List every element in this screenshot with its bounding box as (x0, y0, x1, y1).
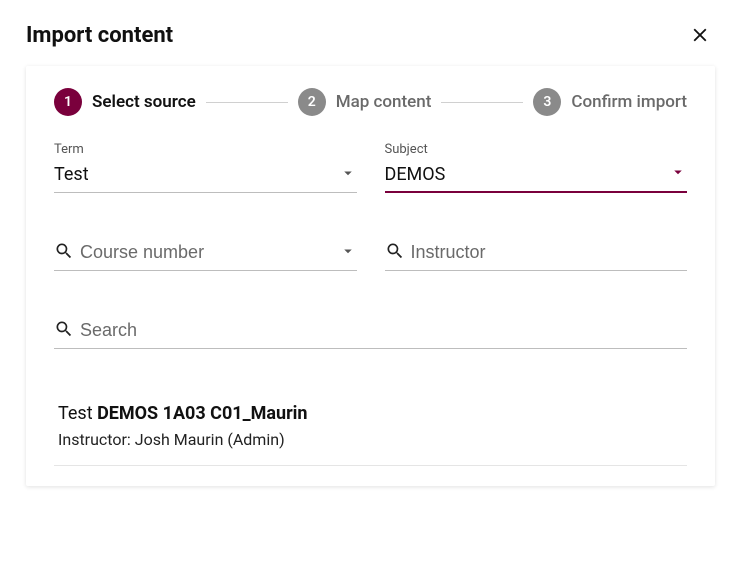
search-icon (54, 319, 74, 343)
instructor-field (385, 235, 688, 271)
chevron-down-icon (339, 164, 357, 186)
search-input-wrap[interactable] (54, 313, 687, 349)
search-icon (54, 241, 74, 265)
subject-select[interactable]: DEMOS (385, 157, 688, 193)
result-code: DEMOS 1A03 C01_Maurin (97, 403, 307, 424)
stepper: 1 Select source 2 Map content 3 Confirm … (54, 88, 687, 116)
step-number: 3 (533, 88, 561, 116)
subject-label: Subject (385, 142, 688, 157)
search-icon (385, 241, 405, 265)
term-label: Term (54, 142, 357, 157)
chevron-down-icon (339, 242, 357, 264)
results-list: Test DEMOS 1A03 C01_Maurin Instructor: J… (54, 389, 687, 466)
course-number-field (54, 235, 357, 271)
step-number: 2 (298, 88, 326, 116)
search-field (54, 313, 687, 349)
dialog-header: Import content (8, 8, 733, 56)
step-label: Map content (336, 92, 432, 112)
term-select[interactable]: Test (54, 157, 357, 193)
result-instructor: Instructor: Josh Maurin (Admin) (58, 430, 681, 449)
term-field: Term Test (54, 142, 357, 193)
step-number: 1 (54, 88, 82, 116)
subject-field: Subject DEMOS (385, 142, 688, 193)
close-icon (689, 34, 711, 49)
course-number-select[interactable] (54, 235, 357, 271)
chevron-down-icon (669, 163, 687, 185)
filter-row-1: Term Test Subject DEMOS (54, 142, 687, 193)
search-input[interactable] (80, 318, 687, 343)
step-connector (441, 102, 523, 103)
course-number-input[interactable] (80, 240, 339, 265)
result-title: Test DEMOS 1A03 C01_Maurin (58, 403, 681, 424)
step-label: Select source (92, 92, 196, 112)
term-value: Test (54, 162, 339, 187)
import-content-dialog: Import content 1 Select source 2 Map con… (8, 8, 733, 486)
result-term: Test (58, 403, 93, 424)
dialog-body: 1 Select source 2 Map content 3 Confirm … (26, 66, 715, 486)
instructor-input-wrap[interactable] (385, 235, 688, 271)
close-button[interactable] (685, 20, 715, 50)
step-label: Confirm import (571, 92, 687, 112)
step-map-content[interactable]: 2 Map content (298, 88, 432, 116)
step-connector (206, 102, 288, 103)
subject-value: DEMOS (385, 162, 670, 187)
instructor-input[interactable] (411, 240, 688, 265)
filter-row-2 (54, 235, 687, 271)
dialog-title: Import content (26, 23, 173, 48)
step-select-source[interactable]: 1 Select source (54, 88, 196, 116)
step-confirm-import[interactable]: 3 Confirm import (533, 88, 687, 116)
result-item[interactable]: Test DEMOS 1A03 C01_Maurin Instructor: J… (54, 389, 687, 466)
